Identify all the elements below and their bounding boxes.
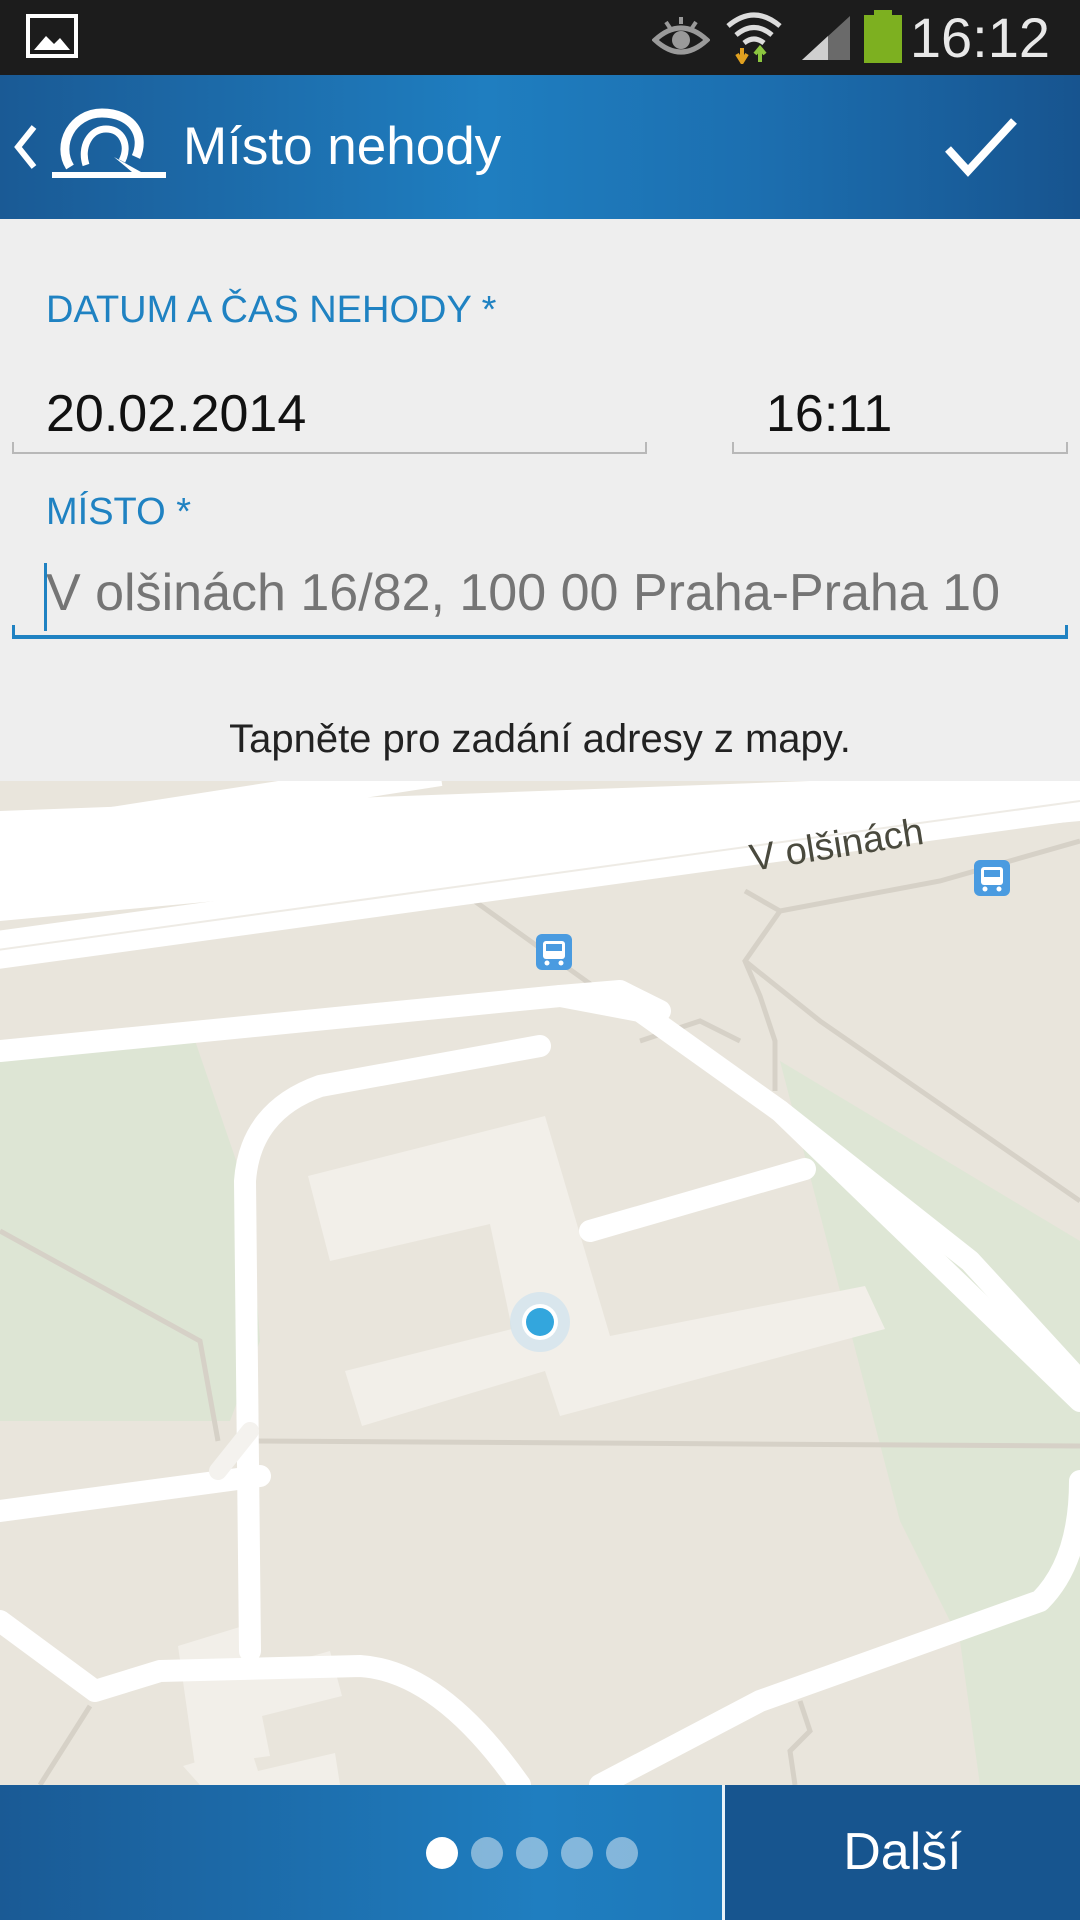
bus-stop-icon[interactable] <box>536 934 572 970</box>
action-bar: Místo nehody <box>0 75 1080 219</box>
page-dot-1 <box>426 1837 458 1869</box>
date-underline <box>12 442 647 454</box>
checkmark-icon[interactable] <box>944 115 1018 179</box>
map-hint: Tapněte pro zadání adresy z mapy. <box>229 717 851 761</box>
battery-icon <box>864 10 902 63</box>
accident-form: DATUM A ČAS NEHODY * 20.02.2014 16:11 MÍ… <box>0 219 1080 781</box>
datetime-label: DATUM A ČAS NEHODY * <box>46 289 497 331</box>
signal-icon <box>802 16 850 60</box>
time-value: 16:11 <box>766 385 893 443</box>
eye-icon <box>652 17 710 55</box>
bus-stop-icon[interactable] <box>974 860 1010 896</box>
page-title: Místo nehody <box>183 117 502 176</box>
place-label: MÍSTO * <box>46 491 191 533</box>
date-field[interactable]: 20.02.2014 <box>12 374 647 454</box>
page-dot-3 <box>516 1837 548 1869</box>
status-time: 16:12 <box>909 6 1050 69</box>
status-bar: 16:12 <box>0 0 1080 75</box>
place-input[interactable] <box>42 559 1056 627</box>
app-logo-icon <box>52 108 166 178</box>
map-canvas: V olšinách <box>0 781 1080 1785</box>
next-button[interactable]: Další <box>725 1785 1080 1920</box>
place-underline <box>12 625 1068 639</box>
date-value: 20.02.2014 <box>46 385 307 443</box>
chevron-left-icon[interactable] <box>10 119 40 175</box>
place-field[interactable] <box>12 549 1068 639</box>
bottom-bar: Další <box>0 1785 1080 1920</box>
location-dot-icon <box>510 1292 570 1352</box>
page-dot-2 <box>471 1837 503 1869</box>
gallery-icon <box>26 14 78 58</box>
page-dot-4 <box>561 1837 593 1869</box>
map-view[interactable]: V olšinách <box>0 781 1080 1785</box>
wifi-icon <box>726 12 782 64</box>
time-field[interactable]: 16:11 <box>732 374 1068 454</box>
text-caret <box>44 563 47 631</box>
page-dot-5 <box>606 1837 638 1869</box>
time-underline <box>732 442 1068 454</box>
